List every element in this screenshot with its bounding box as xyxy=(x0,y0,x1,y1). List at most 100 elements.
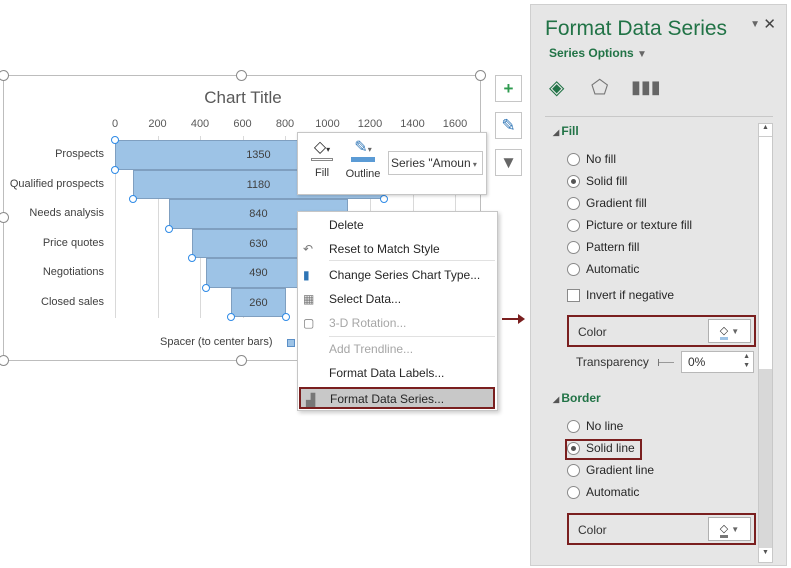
selection-point[interactable] xyxy=(111,136,119,144)
selection-point[interactable] xyxy=(226,313,235,321)
chart-filters-button[interactable]: ▼ xyxy=(495,149,522,176)
scrollbar[interactable]: ▲ ▼ xyxy=(758,123,773,563)
radio-automatic[interactable]: Automatic xyxy=(567,262,639,276)
radio-pattern-fill[interactable]: Pattern fill xyxy=(567,240,639,254)
radio-button[interactable] xyxy=(567,262,580,276)
radio-button[interactable] xyxy=(567,463,580,477)
3d-rotation-icon: ▢ xyxy=(303,316,315,330)
radio-button[interactable] xyxy=(567,419,580,433)
selection-point[interactable] xyxy=(165,224,174,233)
menu-item-format-data-labels[interactable]: Format Data Labels... xyxy=(298,362,497,384)
radio-button[interactable] xyxy=(567,240,580,254)
selection-point[interactable] xyxy=(129,195,138,203)
menu-item-label: Change Series Chart Type... xyxy=(329,268,481,282)
chart-title[interactable]: Chart Title xyxy=(4,88,482,108)
radio-button[interactable] xyxy=(567,196,580,210)
effects-tab-icon[interactable]: ⬠ xyxy=(591,75,608,100)
close-icon[interactable]: ✕ xyxy=(763,15,776,33)
x-tick-label: 600 xyxy=(233,118,252,130)
series-options-dropdown[interactable]: Series Options ▼ xyxy=(549,46,647,60)
menu-item-reset-to-match-style[interactable]: ↶ Reset to Match Style xyxy=(298,238,497,260)
x-tick-label: 400 xyxy=(190,118,210,130)
category-label: Closed sales xyxy=(41,295,104,308)
selection-point[interactable] xyxy=(379,195,388,203)
menu-item-select-data[interactable]: ▦ Select Data... xyxy=(298,288,497,310)
menu-separator xyxy=(329,260,495,261)
menu-item-label: 3-D Rotation... xyxy=(329,316,407,330)
scroll-up-icon[interactable]: ▲ xyxy=(759,124,772,137)
format-pane: Format Data Series ▼ ✕ Series Options ▼ … xyxy=(530,4,787,566)
border-color-label: Color xyxy=(578,523,607,537)
resize-handle[interactable] xyxy=(236,355,247,366)
radio-no-fill[interactable]: No fill xyxy=(567,152,616,166)
pen-icon: ✎▾ xyxy=(354,139,372,156)
radio-gradient-fill[interactable]: Gradient fill xyxy=(567,196,647,210)
data-label: 1180 xyxy=(246,178,271,191)
context-menu: Delete ↶ Reset to Match Style ▮ Change Serie… xyxy=(297,211,498,411)
radio-button[interactable] xyxy=(567,152,580,166)
radio-button[interactable] xyxy=(567,174,580,188)
radio-button[interactable] xyxy=(567,485,580,499)
pane-title: Format Data Series xyxy=(545,17,728,40)
pane-options-dropdown[interactable]: ▼ xyxy=(750,19,760,30)
menu-separator xyxy=(329,336,495,337)
change-chart-type-icon: ▮ xyxy=(303,268,310,282)
chart-styles-button[interactable]: ✎ xyxy=(495,112,522,139)
filter-icon: ▼ xyxy=(500,152,517,172)
legend-entry[interactable]: Spacer (to center bars) xyxy=(160,336,273,348)
radio-label: Automatic xyxy=(586,262,640,276)
transparency-slider[interactable] xyxy=(658,359,674,366)
x-tick-label: 1000 xyxy=(315,118,340,130)
plus-icon: + xyxy=(503,78,514,98)
category-label: Negotiations xyxy=(42,266,104,278)
resize-handle[interactable] xyxy=(236,70,247,81)
radio-no-line[interactable]: No line xyxy=(567,419,623,433)
divider xyxy=(545,116,773,117)
border-heading: Border xyxy=(561,391,601,405)
menu-item-label: Select Data... xyxy=(329,292,402,306)
chart-elements-button[interactable]: + xyxy=(495,75,522,102)
paint-bucket-icon: ◇▾ xyxy=(313,139,331,156)
fill-color-label: Color xyxy=(578,325,607,339)
selection-point[interactable] xyxy=(187,254,196,262)
radio-automatic[interactable]: Automatic xyxy=(567,485,639,499)
bar-negotiations[interactable]: 490 xyxy=(206,258,311,288)
resize-handle[interactable] xyxy=(475,70,486,81)
invert-if-negative-checkbox[interactable]: Invert if negative xyxy=(567,288,674,302)
scroll-down-icon[interactable]: ▼ xyxy=(759,549,772,562)
fill-line-tab-icon[interactable]: ◈ xyxy=(549,75,564,100)
fill-section-header[interactable]: ◢ Fill xyxy=(553,124,579,138)
selection-point[interactable] xyxy=(202,283,211,292)
data-label: 630 xyxy=(249,237,268,250)
bar-closed-sales[interactable]: 260 xyxy=(230,287,287,317)
selection-point[interactable] xyxy=(111,165,119,174)
transparency-label: Transparency xyxy=(576,355,649,369)
resize-handle[interactable] xyxy=(0,355,9,366)
radio-solid-fill[interactable]: Solid fill xyxy=(567,174,627,188)
transparency-input[interactable]: 0% ▲ ▼ xyxy=(681,351,754,373)
radio-gradient-line[interactable]: Gradient line xyxy=(567,463,654,477)
radio-label: Pattern fill xyxy=(586,240,640,254)
menu-item-format-data-series[interactable]: ▟ Format Data Series... xyxy=(299,387,495,409)
series-options-label: Series Options xyxy=(549,46,634,60)
outline-button[interactable]: ✎▾ Outline xyxy=(342,137,384,180)
menu-item-label: Format Data Labels... xyxy=(329,366,445,380)
radio-button[interactable] xyxy=(567,218,580,232)
border-section-header[interactable]: ◢ Border xyxy=(553,391,601,405)
outline-label: Outline xyxy=(345,168,381,180)
series-select[interactable]: Series "Amoun ▾ xyxy=(388,151,483,175)
border-color-picker[interactable]: ◇ ▼ xyxy=(708,517,751,541)
menu-item-delete[interactable]: Delete xyxy=(298,214,497,236)
scroll-track[interactable] xyxy=(759,369,772,548)
menu-item-change-series-chart-type[interactable]: ▮ Change Series Chart Type... xyxy=(298,264,497,286)
invert-label: Invert if negative xyxy=(586,288,675,302)
select-data-icon: ▦ xyxy=(303,292,315,306)
radio-label: No fill xyxy=(586,152,617,166)
fill-color-picker[interactable]: ◇ ▼ xyxy=(708,319,751,343)
x-tick-label: 1400 xyxy=(400,118,425,130)
fill-button[interactable]: ◇▾ Fill xyxy=(306,137,338,179)
menu-item-3-d-rotation: ▢ 3-D Rotation... xyxy=(298,312,497,334)
selection-point[interactable] xyxy=(282,313,291,321)
series-options-tab-icon[interactable]: ▮▮▮ xyxy=(631,77,661,98)
radio-picture-or-texture-fill[interactable]: Picture or texture fill xyxy=(567,218,692,232)
